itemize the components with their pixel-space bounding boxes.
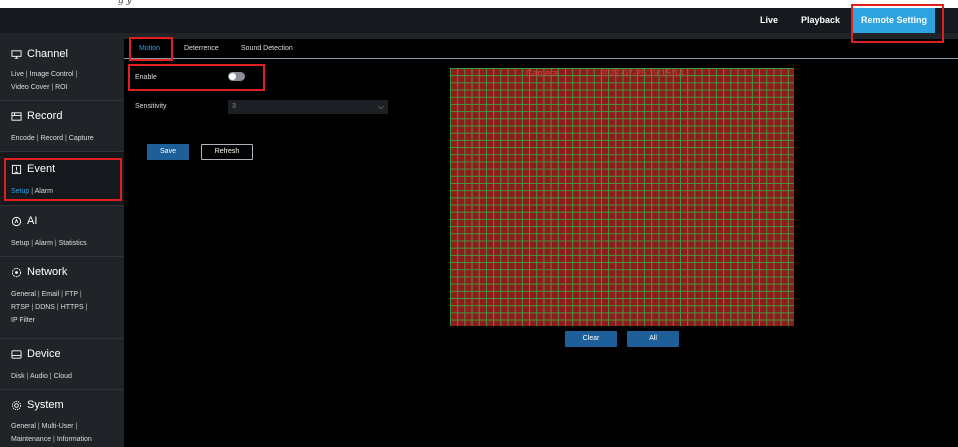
sidebar-title-event-label: Event (27, 163, 56, 175)
monitor-icon (11, 49, 22, 59)
sidebar-title-system[interactable]: System (11, 399, 64, 411)
top-bar: Live Playback Remote Setting (0, 8, 958, 33)
sidebar-link-capture[interactable]: Capture (69, 135, 94, 142)
sidebar-link-system-general[interactable]: General (11, 423, 36, 430)
event-icon (11, 164, 22, 174)
sidebar-link-image-control[interactable]: Image Control (30, 71, 74, 78)
sidebar-links-system: General | Multi-User | Maintenance | Inf… (11, 423, 92, 443)
timestamp-osd: 2022-07-25 19:15:14 (600, 68, 684, 78)
refresh-button[interactable]: Refresh (201, 144, 253, 160)
network-icon (11, 267, 22, 277)
sidebar-title-record-label: Record (27, 110, 63, 122)
sidebar-section-event: Event Setup | Alarm (0, 152, 124, 206)
sidebar-title-channel[interactable]: Channel (11, 48, 68, 60)
tab-sound-detection[interactable]: Sound Detection (241, 45, 293, 52)
sidebar-link-setup-active[interactable]: Setup (11, 188, 29, 195)
enable-toggle[interactable] (228, 72, 245, 81)
sidebar: Channel Live | Image Control | Video Cov… (0, 39, 124, 447)
sidebar-section-network: Network General | Email | FTP | RTSP | D… (0, 257, 124, 339)
sidebar-link-video-cover[interactable]: Video Cover (11, 84, 49, 91)
sidebar-links-network: General | Email | FTP | RTSP | DDNS | HT… (11, 291, 88, 324)
sidebar-link-multi-user[interactable]: Multi-User (42, 423, 74, 430)
main-panel: Motion Deterrence Sound Detection Enable… (124, 39, 958, 447)
sensitivity-select[interactable]: 3 ⌵ (228, 100, 388, 114)
sidebar-link-live[interactable]: Live (11, 71, 24, 78)
sensitivity-value: 3 (232, 103, 236, 110)
sidebar-section-channel: Channel Live | Image Control | Video Cov… (0, 39, 124, 101)
camera-osd-label: Camera (526, 68, 559, 78)
sidebar-title-channel-label: Channel (27, 48, 68, 60)
page-caption-strip: g y (0, 0, 958, 8)
sidebar-title-ai-label: AI (27, 215, 38, 227)
sidebar-title-system-label: System (27, 399, 64, 411)
sidebar-links-device: Disk | Audio | Cloud (11, 373, 72, 380)
caption-text: g y (118, 0, 132, 6)
sidebar-link-cloud[interactable]: Cloud (54, 373, 72, 380)
motion-grid-cells[interactable] (450, 68, 794, 326)
sidebar-title-network[interactable]: Network (11, 266, 67, 278)
sidebar-link-record[interactable]: Record (40, 135, 63, 142)
sidebar-link-email[interactable]: Email (42, 291, 60, 298)
sidebar-section-ai: AI Setup | Alarm | Statistics (0, 206, 124, 257)
clear-button[interactable]: Clear (565, 331, 617, 347)
sidebar-link-ddns[interactable]: DDNS (35, 304, 55, 311)
tab-bar: Motion Deterrence Sound Detection (124, 39, 958, 59)
sidebar-title-ai[interactable]: AI (11, 215, 37, 227)
sidebar-link-audio[interactable]: Audio (30, 373, 48, 380)
sidebar-title-record[interactable]: Record (11, 110, 62, 122)
device-icon (11, 349, 22, 359)
save-button[interactable]: Save (147, 144, 189, 160)
tab-motion[interactable]: Motion (139, 45, 160, 52)
sidebar-section-record: Record Encode | Record | Capture (0, 101, 124, 152)
sidebar-title-device-label: Device (27, 348, 61, 360)
record-icon (11, 111, 22, 121)
sidebar-link-information[interactable]: Information (57, 436, 92, 443)
sensitivity-label: Sensitivity (135, 103, 167, 110)
sidebar-link-maintenance[interactable]: Maintenance (11, 436, 51, 443)
sidebar-links-ai: Setup | Alarm | Statistics (11, 240, 87, 247)
sidebar-link-general[interactable]: General (11, 291, 36, 298)
sidebar-link-https[interactable]: HTTPS (61, 304, 84, 311)
sidebar-links-record: Encode | Record | Capture (11, 135, 94, 142)
sidebar-link-ip-filter[interactable]: IP Filter (11, 317, 35, 324)
sidebar-link-roi[interactable]: ROI (55, 84, 67, 91)
sidebar-section-system: System General | Multi-User | Maintenanc… (0, 390, 124, 447)
chevron-down-icon: ⌵ (377, 102, 384, 111)
gear-icon (11, 400, 22, 410)
sidebar-link-disk[interactable]: Disk (11, 373, 25, 380)
sidebar-section-device: Device Disk | Audio | Cloud (0, 339, 124, 390)
sidebar-link-rtsp[interactable]: RTSP (11, 304, 29, 311)
sidebar-title-device[interactable]: Device (11, 348, 61, 360)
nav-remote-setting[interactable]: Remote Setting (853, 8, 935, 33)
sidebar-links-event: Setup | Alarm (11, 188, 53, 195)
sidebar-links-channel: Live | Image Control | Video Cover | ROI (11, 71, 78, 91)
sidebar-link-ai-setup[interactable]: Setup (11, 240, 29, 247)
sidebar-link-ai-alarm[interactable]: Alarm (35, 240, 53, 247)
motion-area-grid[interactable]: Camera 2022-07-25 19:15:14 (450, 68, 794, 326)
nav-playback[interactable]: Playback (801, 15, 840, 25)
nav-live[interactable]: Live (760, 15, 778, 25)
sidebar-link-ftp[interactable]: FTP (65, 291, 78, 298)
sidebar-link-statistics[interactable]: Statistics (59, 240, 87, 247)
sidebar-link-encode[interactable]: Encode (11, 135, 35, 142)
sidebar-title-event[interactable]: Event (11, 163, 55, 175)
sidebar-title-network-label: Network (27, 266, 68, 278)
tab-deterrence[interactable]: Deterrence (184, 45, 219, 52)
ai-icon (11, 216, 22, 226)
all-button[interactable]: All (627, 331, 679, 347)
enable-label: Enable (135, 74, 157, 81)
sidebar-link-alarm[interactable]: Alarm (35, 188, 53, 195)
